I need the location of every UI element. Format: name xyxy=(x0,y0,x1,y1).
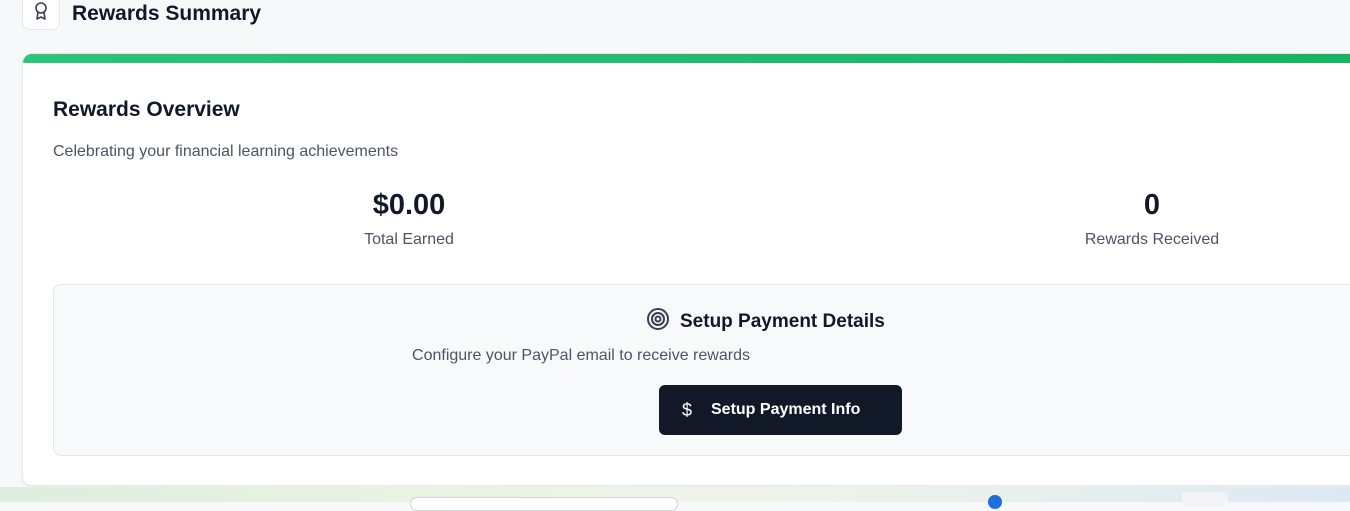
taskbar-search[interactable] xyxy=(410,497,678,511)
dollar-icon: $ xyxy=(681,399,692,420)
taskbar-avatar[interactable] xyxy=(1182,492,1228,506)
target-icon xyxy=(646,307,670,336)
card-accent-bar xyxy=(23,54,1350,63)
card-title: Rewards Overview xyxy=(53,98,240,121)
page-header: Rewards Summary xyxy=(22,0,261,30)
setup-payment-info-button[interactable]: $ Setup Payment Info xyxy=(659,385,902,435)
stat-value: 0 xyxy=(1143,189,1161,221)
rewards-overview-card: Rewards Overview Celebrating your financ… xyxy=(22,53,1350,486)
stat-rewards-received: 0 Rewards Received xyxy=(1032,187,1272,249)
stat-total-earned: $0.00 Total Earned xyxy=(289,187,529,249)
page-title: Rewards Summary xyxy=(72,2,262,25)
setup-payment-panel: Setup Payment Details Configure your Pay… xyxy=(53,284,1350,456)
setup-title: Setup Payment Details xyxy=(680,310,885,332)
card-subtitle: Celebrating your financial learning achi… xyxy=(53,143,399,160)
stat-label: Total Earned xyxy=(364,231,454,248)
setup-heading: Setup Payment Details xyxy=(646,307,885,336)
stat-label: Rewards Received xyxy=(1084,231,1220,248)
stat-value: $0.00 xyxy=(372,189,446,221)
taskbar-app-icon[interactable] xyxy=(988,495,1002,509)
award-icon xyxy=(22,0,60,30)
setup-button-label: Setup Payment Info xyxy=(711,401,861,418)
setup-description: Configure your PayPal email to receive r… xyxy=(412,347,750,364)
